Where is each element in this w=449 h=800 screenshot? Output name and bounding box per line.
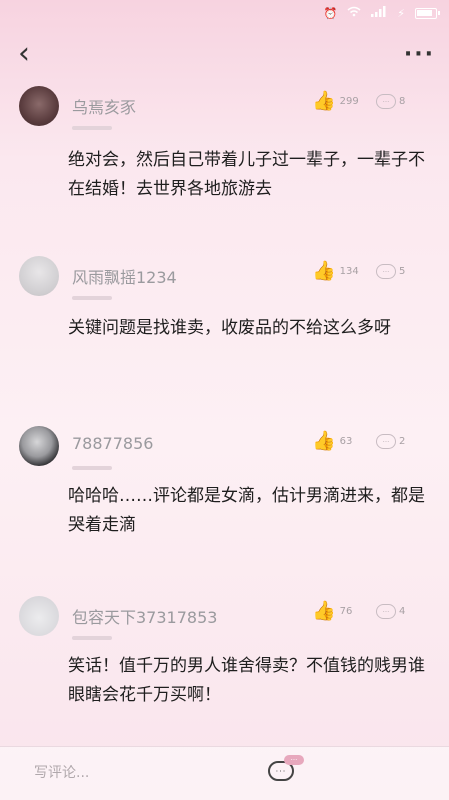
reply-count: 2 (399, 436, 406, 447)
reply-button[interactable]: ··· 5 (376, 264, 405, 279)
thumbs-up-icon: 👍 (312, 260, 336, 282)
like-button[interactable]: 👍 134 (312, 262, 359, 281)
comment-time (72, 636, 112, 640)
avatar[interactable] (19, 596, 59, 636)
signal-icon (371, 6, 387, 20)
like-count: 134 (339, 266, 359, 277)
like-button[interactable]: 👍 299 (312, 92, 359, 111)
comment-text: 笑话！值千万的男人谁舍得卖？不值钱的贱男谁眼瞎会花千万买啊！ (68, 656, 425, 705)
charging-icon: ⚡ (397, 6, 405, 20)
comment-time (72, 296, 112, 300)
comment-input[interactable] (34, 765, 234, 781)
thumbs-up-icon: 👍 (312, 90, 336, 112)
like-button[interactable]: 👍 76 (312, 602, 352, 621)
battery-icon (415, 7, 440, 19)
thumbs-up-icon: 👍 (312, 430, 336, 452)
reply-count: 5 (399, 266, 406, 277)
reply-button[interactable]: ··· 2 (376, 434, 405, 449)
comment-username[interactable]: 包容天下37317853 (72, 604, 217, 628)
comment-bar: ··· ··· (0, 746, 449, 800)
like-count: 299 (339, 96, 359, 107)
back-button[interactable]: ‹ (18, 39, 30, 69)
avatar[interactable] (19, 256, 59, 296)
comment-text: 绝对会，然后自己带着儿子过一辈子，一辈子不在结婚！去世界各地旅游去 (68, 150, 425, 199)
comments-screen: ⏰ ⚡ ‹ ··· 乌焉亥豕 👍 299 ··· 8 绝对会，然后自己带着儿子过… (0, 0, 449, 800)
comment-username[interactable]: 乌焉亥豕 (72, 94, 136, 118)
status-bar: ⏰ ⚡ (0, 0, 449, 26)
reply-count: 4 (399, 606, 406, 617)
like-count: 63 (339, 436, 353, 447)
avatar[interactable] (19, 426, 59, 466)
comment-bubble-icon: ··· (376, 604, 396, 619)
comment-count-badge: ··· (284, 755, 304, 765)
comment-time (72, 466, 112, 470)
comment-bubble-icon: ··· (376, 434, 396, 449)
avatar[interactable] (19, 86, 59, 126)
reply-button[interactable]: ··· 8 (376, 94, 405, 109)
comment-bubble-icon: ··· (376, 264, 396, 279)
nav-bar: ‹ ··· (0, 26, 449, 82)
reply-count: 8 (399, 96, 406, 107)
comment-time (72, 126, 112, 130)
alarm-icon: ⏰ (323, 6, 338, 20)
comment-bubble-icon: ··· (376, 94, 396, 109)
like-count: 76 (339, 606, 353, 617)
more-options-button[interactable]: ··· (404, 42, 435, 67)
reply-button[interactable]: ··· 4 (376, 604, 405, 619)
wifi-icon (347, 6, 361, 20)
thumbs-up-icon: 👍 (312, 600, 336, 622)
comment-text: 哈哈哈……评论都是女滴，估计男滴进来，都是哭着走滴 (68, 486, 425, 535)
comment-username[interactable]: 78877856 (72, 434, 153, 453)
comment-text: 关键问题是找谁卖，收废品的不给这么多呀 (68, 318, 391, 338)
like-button[interactable]: 👍 63 (312, 432, 352, 451)
comment-username[interactable]: 风雨飘摇1234 (72, 264, 177, 288)
